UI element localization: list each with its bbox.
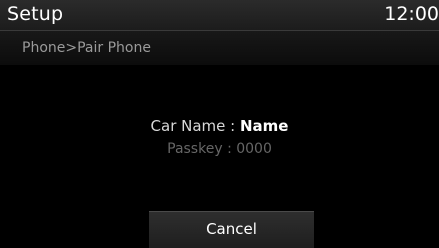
pair-phone-screen: Setup 12:00 Phone>Pair Phone Car Name : … (0, 0, 439, 248)
page-title: Setup (7, 3, 64, 25)
passkey-row: Passkey : 0000 (0, 137, 439, 159)
car-name-value: Name (239, 117, 289, 135)
passkey-label: Passkey : (167, 141, 237, 157)
car-name-row: Car Name : Name (0, 115, 439, 137)
cancel-button[interactable]: Cancel (149, 211, 314, 248)
status-bar: Setup 12:00 (0, 0, 439, 31)
pairing-info: Car Name : Name Passkey : 0000 (0, 115, 439, 159)
clock: 12:00 (384, 3, 439, 25)
breadcrumb: Phone>Pair Phone (22, 40, 151, 56)
car-name-label: Car Name : (150, 117, 240, 135)
breadcrumb-bar: Phone>Pair Phone (0, 31, 439, 65)
passkey-value: 0000 (236, 141, 272, 157)
